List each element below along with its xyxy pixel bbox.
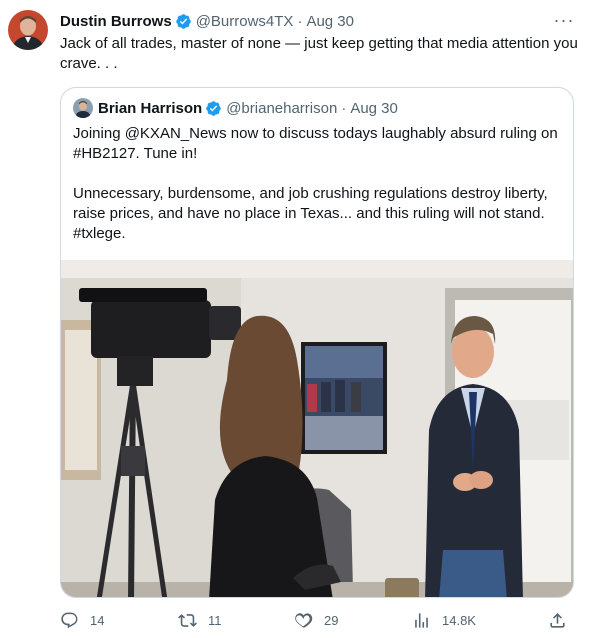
more-icon[interactable]: ··· — [553, 9, 575, 31]
verified-badge-icon — [175, 13, 191, 29]
tweet-date[interactable]: Aug 30 — [306, 13, 354, 30]
tweet[interactable]: Dustin Burrows @Burrows4TX · Aug 30 ··· … — [0, 0, 591, 638]
quote-paragraph: Joining @KXAN_News now to discuss todays… — [73, 125, 558, 162]
quote-author-name[interactable]: Brian Harrison — [98, 100, 202, 117]
quoted-tweet[interactable]: Brian Harrison @brianeharrison · Aug 30 … — [60, 87, 574, 598]
tweet-header: Dustin Burrows @Burrows4TX · Aug 30 ··· — [60, 10, 575, 32]
share-icon — [550, 612, 565, 628]
quote-header: Brian Harrison @brianeharrison · Aug 30 — [73, 98, 561, 118]
verified-badge-icon — [206, 100, 221, 116]
quote-text: Joining @KXAN_News now to discuss todays… — [73, 124, 565, 244]
like-button[interactable]: 29 — [294, 610, 338, 630]
quote-author-handle[interactable]: @brianeharrison — [226, 100, 337, 117]
author-handle[interactable]: @Burrows4TX — [196, 13, 294, 30]
views-button[interactable]: 14.8K — [412, 610, 476, 630]
retweet-icon — [178, 613, 197, 627]
reply-icon — [61, 612, 78, 628]
author-name[interactable]: Dustin Burrows — [60, 13, 172, 30]
separator-dot: · — [297, 12, 303, 30]
views-icon — [415, 612, 428, 628]
views-count: 14.8K — [442, 612, 476, 628]
quote-media-photo[interactable] — [61, 260, 573, 597]
tweet-text: Jack of all trades, master of none — jus… — [60, 35, 578, 72]
quote-paragraph: Unnecessary, burdensome, and job crushin… — [73, 185, 548, 242]
retweet-button[interactable]: 11 — [178, 610, 222, 630]
reply-count: 14 — [90, 612, 105, 628]
like-icon — [295, 612, 313, 628]
quote-date[interactable]: Aug 30 — [350, 100, 398, 117]
separator-dot: · — [341, 99, 347, 117]
author-avatar[interactable] — [8, 10, 48, 50]
like-count: 29 — [324, 612, 339, 628]
reply-button[interactable]: 14 — [60, 610, 104, 630]
quote-author-avatar[interactable] — [73, 98, 93, 118]
share-button[interactable] — [548, 610, 578, 630]
tweet-actions: 14 11 29 14.8K — [60, 610, 580, 630]
retweet-count: 11 — [208, 612, 222, 628]
